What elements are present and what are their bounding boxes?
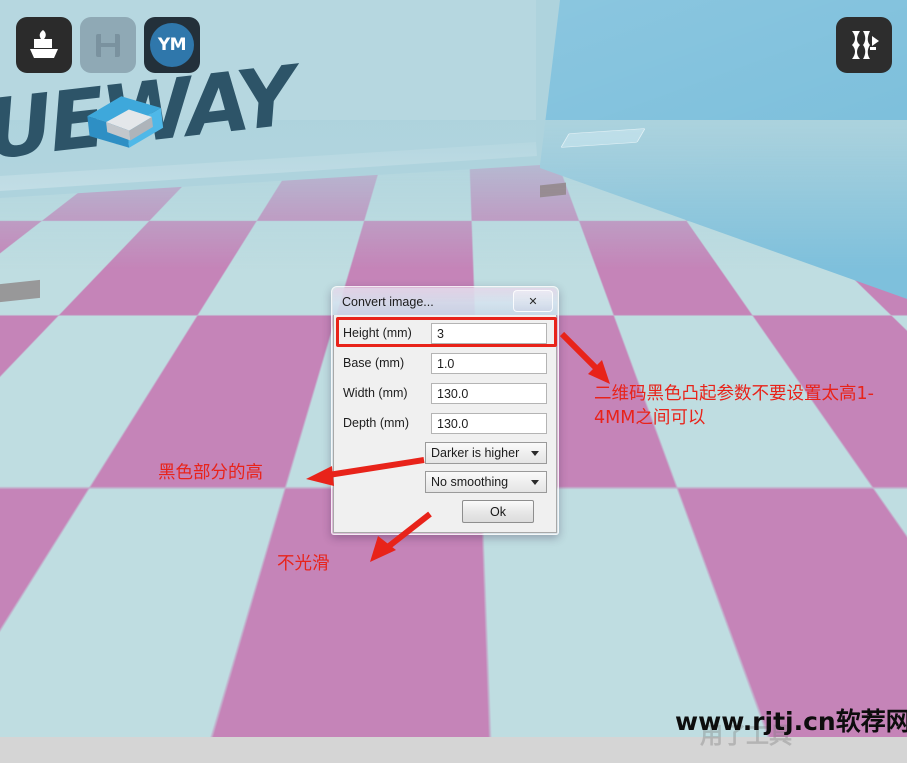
field-row-height: Height (mm) 3 [343, 322, 547, 344]
vase-mode-icon[interactable] [836, 17, 892, 73]
base-label: Base (mm) [343, 356, 405, 370]
height-mapping-select[interactable]: Darker is higher [425, 442, 547, 464]
smoothing-select[interactable]: No smoothing [425, 471, 547, 493]
ym-account-icon[interactable]: YM [144, 17, 200, 73]
watermark-site: www.rjtj.cn软荐网 [675, 707, 907, 736]
save-model-icon [80, 17, 136, 73]
height-input[interactable]: 3 [431, 322, 547, 344]
dialog-title: Convert image... [342, 294, 434, 309]
height-mapping-value: Darker is higher [431, 446, 520, 460]
dialog-button-row: Ok [343, 500, 547, 523]
height-mapping-row: Darker is higher [343, 442, 547, 464]
smoothing-value: No smoothing [431, 475, 509, 489]
annotation-black-part-height: 黑色部分的高 [158, 463, 263, 483]
ym-label: YM [150, 23, 194, 67]
width-label: Width (mm) [343, 386, 408, 400]
ok-button[interactable]: Ok [462, 500, 534, 523]
annotation-no-smoothing: 不光滑 [277, 554, 330, 574]
height-label: Height (mm) [343, 326, 412, 340]
chevron-down-icon [531, 480, 539, 485]
field-row-width: Width (mm) 130.0 [343, 382, 547, 404]
annotation-qr-height-note: 二维码黑色凸起参数不要设置太高1-4MM之间可以 [594, 384, 874, 428]
close-icon[interactable]: ✕ [513, 290, 553, 312]
dialog-body: Height (mm) 3 Base (mm) 1.0 Width (mm) 1… [333, 315, 557, 533]
convert-image-dialog: Convert image... ✕ Height (mm) 3 Base (m… [331, 286, 559, 535]
base-input[interactable]: 1.0 [431, 352, 547, 374]
depth-input[interactable]: 130.0 [431, 412, 547, 434]
smoothing-row: No smoothing [343, 471, 547, 493]
open-model-icon[interactable] [16, 17, 72, 73]
chevron-down-icon [531, 451, 539, 456]
field-row-base: Base (mm) 1.0 [343, 352, 547, 374]
depth-label: Depth (mm) [343, 416, 409, 430]
field-row-depth: Depth (mm) 130.0 [343, 412, 547, 434]
width-input[interactable]: 130.0 [431, 382, 547, 404]
dialog-titlebar[interactable]: Convert image... ✕ [333, 288, 557, 315]
app-viewport: UEWAY YM Convert image... ✕ Height (mm) … [0, 0, 907, 763]
